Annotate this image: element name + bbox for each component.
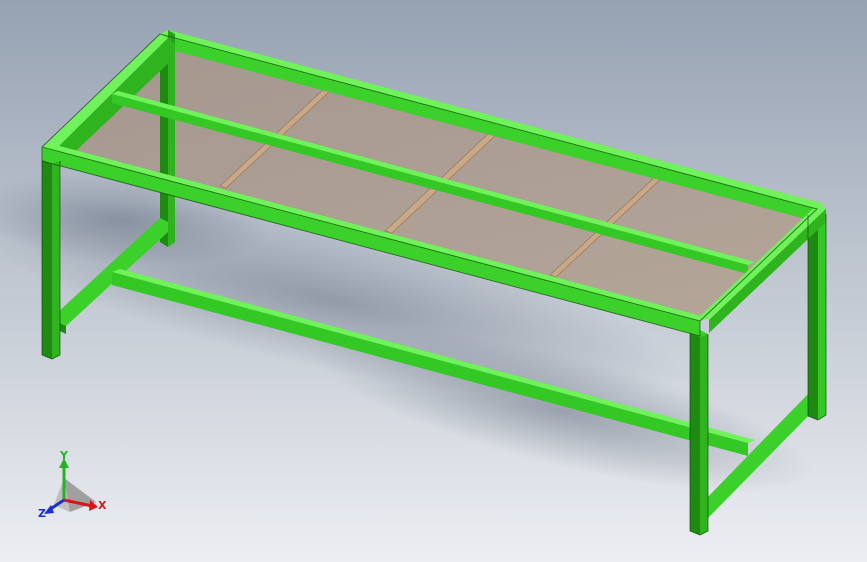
leg-front-right[interactable] <box>690 330 708 535</box>
triad-y-label: Y <box>59 449 69 462</box>
graphics-viewport[interactable]: Y X Z <box>0 0 867 562</box>
triad-z-label: Z <box>38 507 46 520</box>
leg-back-right[interactable] <box>808 210 826 420</box>
leg-front-left[interactable] <box>42 157 60 359</box>
model-canvas[interactable]: Y X Z <box>0 0 867 562</box>
triad-x-label: X <box>98 499 107 512</box>
leg-back-left[interactable] <box>160 40 175 247</box>
